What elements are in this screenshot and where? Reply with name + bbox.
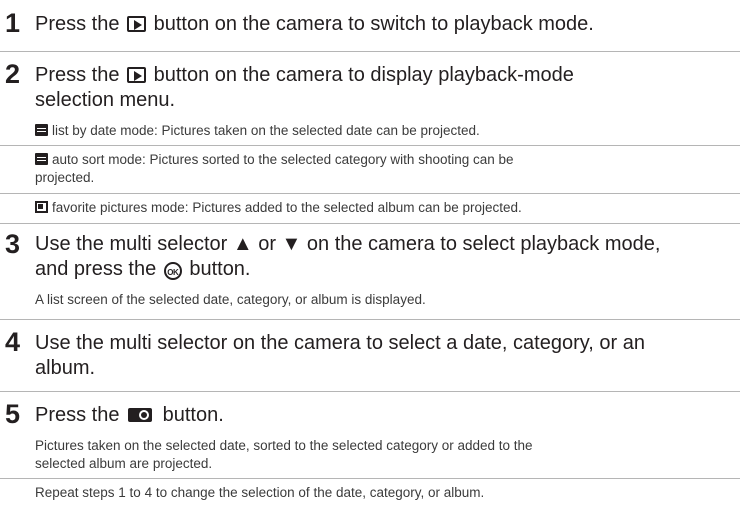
step-title-text: button.	[189, 258, 251, 280]
mode-note-text: auto sort mode: Pictures sorted to the s…	[52, 152, 514, 167]
playback-button-icon	[127, 16, 147, 32]
list-by-date-icon	[35, 124, 48, 136]
divider	[0, 319, 740, 320]
auto-sort-icon	[35, 153, 48, 165]
step-title: Press the button on the camera to displa…	[35, 63, 735, 88]
step-number: 1	[5, 8, 21, 38]
step-title-text: Press the	[35, 64, 120, 86]
mode-note: list by date mode: Pictures taken on the…	[35, 122, 725, 140]
ok-button-icon: OK	[163, 262, 182, 280]
step-title-line2: selection menu.	[35, 89, 176, 111]
step-number: 2	[5, 59, 21, 89]
step-title-line2: and press the OK button.	[35, 257, 735, 282]
favorite-pictures-icon	[35, 201, 48, 213]
divider	[0, 145, 740, 146]
step-note: Repeat steps 1 to 4 to change the select…	[35, 485, 485, 500]
step-title: Use the multi selector on the camera to …	[35, 332, 645, 354]
step-title-text: button on the camera to switch to playba…	[153, 13, 594, 35]
step-note: Pictures taken on the selected date, sor…	[35, 438, 533, 453]
step-title-text: button on the camera to display playback…	[153, 64, 574, 86]
step-title: Use the multi selector ▲ or ▼ on the cam…	[35, 233, 661, 255]
step-title-text: and press the	[35, 258, 157, 280]
step-note: selected album are projected.	[35, 456, 213, 471]
divider	[0, 51, 740, 52]
step-title-text: button.	[162, 404, 224, 426]
mode-note-text: list by date mode: Pictures taken on the…	[52, 123, 480, 138]
divider	[0, 223, 740, 224]
mode-note: auto sort mode: Pictures sorted to the s…	[35, 151, 725, 169]
step-title-line2: album.	[35, 357, 96, 379]
step-title-text: Press the	[35, 404, 120, 426]
divider	[0, 391, 740, 392]
step-number: 5	[5, 399, 21, 429]
divider	[0, 478, 740, 479]
step-title: Press the button on the camera to switch…	[35, 12, 735, 37]
step-number: 4	[5, 327, 21, 357]
mode-note-text: favorite pictures mode: Pictures added t…	[52, 200, 522, 215]
step-note: A list screen of the selected date, cate…	[35, 292, 426, 307]
divider	[0, 193, 740, 194]
mode-note-cont: projected.	[35, 170, 95, 185]
projector-button-icon	[128, 406, 154, 422]
playback-button-icon	[127, 67, 147, 83]
step-title: Press the button.	[35, 403, 735, 428]
step-title-text: Press the	[35, 13, 120, 35]
step-number: 3	[5, 229, 21, 259]
mode-note: favorite pictures mode: Pictures added t…	[35, 199, 725, 217]
